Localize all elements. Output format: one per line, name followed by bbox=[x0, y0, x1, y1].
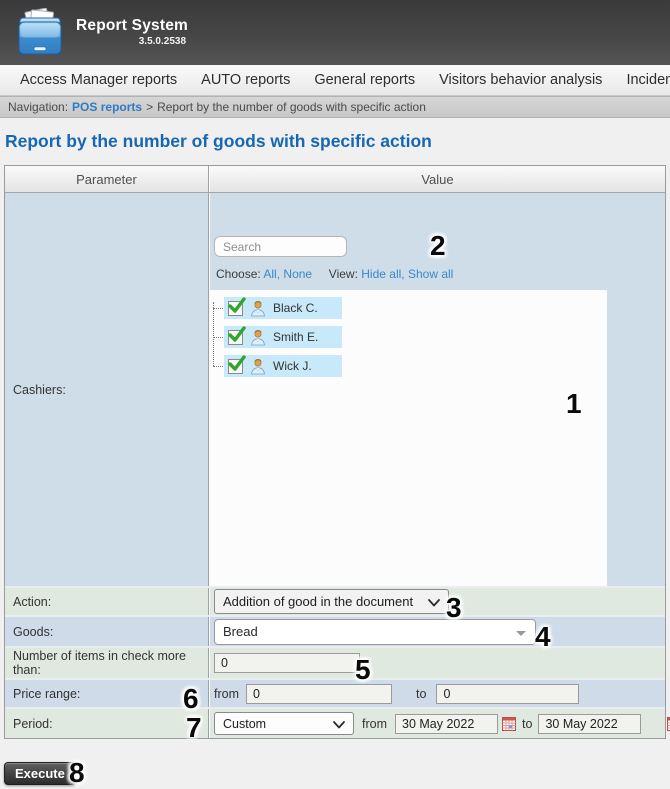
report-system-app: Report System 3.5.0.2538 Access Manager … bbox=[0, 0, 670, 789]
cashier-name: Wick J. bbox=[273, 359, 312, 373]
items-count-label: Number of items in check more than: bbox=[5, 648, 209, 678]
period-preset-value: Custom bbox=[223, 717, 266, 731]
cashiers-search-input[interactable] bbox=[214, 236, 347, 257]
goods-combobox[interactable]: Bread bbox=[214, 619, 536, 645]
goods-label: Goods: bbox=[5, 617, 209, 646]
cashiers-listbox: Black C. bbox=[209, 290, 607, 586]
price-range-label: Price range: bbox=[5, 680, 209, 707]
breadcrumb-separator: > bbox=[146, 100, 153, 114]
triangle-down-icon bbox=[516, 631, 526, 636]
price-to-input[interactable] bbox=[436, 684, 579, 704]
comma: , bbox=[277, 267, 280, 281]
checkbox-checked-icon[interactable] bbox=[228, 359, 243, 374]
menu-auto-reports[interactable]: AUTO reports bbox=[189, 72, 302, 88]
execute-button[interactable]: Execute bbox=[4, 762, 76, 785]
choose-none-link[interactable]: None bbox=[283, 267, 312, 281]
period-to-label: to bbox=[522, 717, 532, 731]
action-selected-value: Addition of good in the document bbox=[223, 594, 413, 609]
column-header-parameter: Parameter bbox=[5, 166, 209, 192]
cashier-name: Smith E. bbox=[273, 330, 318, 344]
row-items-count: Number of items in check more than: bbox=[5, 648, 665, 680]
app-title-block: Report System 3.5.0.2538 bbox=[76, 17, 188, 47]
cashier-item-smith-e[interactable]: Smith E. bbox=[224, 326, 342, 348]
cashier-name: Black C. bbox=[273, 301, 318, 315]
page-title: Report by the number of goods with speci… bbox=[5, 131, 670, 152]
period-to-date-input[interactable] bbox=[538, 714, 641, 734]
row-action: Action: Addition of good in the document bbox=[5, 588, 665, 617]
row-goods: Goods: Bread bbox=[5, 617, 665, 648]
column-header-value: Value bbox=[209, 166, 665, 192]
price-from-input[interactable] bbox=[246, 684, 392, 704]
action-select[interactable]: Addition of good in the document bbox=[214, 589, 449, 614]
person-icon bbox=[250, 300, 266, 317]
view-show-all-link[interactable]: Show all bbox=[408, 267, 453, 281]
checkbox-checked-icon[interactable] bbox=[228, 301, 243, 316]
price-from-label: from bbox=[214, 687, 239, 701]
top-menu: Access Manager reports AUTO reports Gene… bbox=[0, 65, 670, 96]
checkbox-checked-icon[interactable] bbox=[228, 330, 243, 345]
cashiers-value-cell: Choose: All, None View: Hide all, Show a… bbox=[209, 193, 665, 586]
row-price-range: Price range: from to bbox=[5, 680, 665, 709]
choose-label: Choose: bbox=[216, 267, 261, 281]
action-label: Action: bbox=[5, 588, 209, 615]
breadcrumb-current: Report by the number of goods with speci… bbox=[157, 100, 426, 114]
breadcrumb-link-pos-reports[interactable]: POS reports bbox=[72, 100, 142, 114]
chevron-down-icon bbox=[428, 599, 440, 607]
person-icon bbox=[250, 329, 266, 346]
cashiers-links-line: Choose: All, None View: Hide all, Show a… bbox=[216, 267, 453, 281]
calendar-icon[interactable] bbox=[502, 717, 516, 731]
chevron-down-icon bbox=[333, 721, 345, 729]
menu-general-reports[interactable]: General reports bbox=[302, 72, 427, 88]
period-preset-select[interactable]: Custom bbox=[214, 712, 354, 735]
menu-access-manager-reports[interactable]: Access Manager reports bbox=[8, 72, 189, 88]
row-cashiers: Cashiers: Choose: All, None View: Hide a… bbox=[5, 193, 665, 588]
report-parameters-table: Parameter Value Cashiers: Choose: All, N… bbox=[4, 165, 666, 739]
menu-incident[interactable]: Incident bbox=[614, 72, 670, 88]
goods-selected-value: Bread bbox=[223, 624, 258, 639]
choose-all-link[interactable]: All bbox=[263, 267, 276, 281]
cashier-item-black-c[interactable]: Black C. bbox=[224, 297, 342, 319]
app-version: 3.5.0.2538 bbox=[76, 36, 188, 47]
cashiers-label: Cashiers: bbox=[5, 193, 209, 586]
person-icon bbox=[250, 358, 266, 375]
row-period: Period: Custom from bbox=[5, 709, 665, 738]
folder-icon bbox=[16, 8, 64, 58]
app-title: Report System bbox=[76, 17, 188, 35]
table-header-row: Parameter Value bbox=[5, 166, 665, 193]
tree-connector-line bbox=[213, 302, 214, 366]
period-label: Period: bbox=[5, 709, 209, 738]
breadcrumb: Navigation: POS reports > Report by the … bbox=[0, 96, 670, 118]
price-to-label: to bbox=[416, 687, 426, 701]
app-header: Report System 3.5.0.2538 bbox=[0, 0, 670, 65]
period-from-label: from bbox=[362, 717, 387, 731]
cashier-item-wick-j[interactable]: Wick J. bbox=[224, 355, 342, 377]
view-label: View: bbox=[329, 267, 358, 281]
view-hide-all-link[interactable]: Hide all bbox=[361, 267, 401, 281]
items-count-input[interactable] bbox=[214, 653, 360, 673]
comma: , bbox=[401, 267, 404, 281]
breadcrumb-prefix: Navigation: bbox=[8, 100, 68, 114]
period-from-date-input[interactable] bbox=[395, 714, 498, 734]
menu-visitors-behavior-analysis[interactable]: Visitors behavior analysis bbox=[427, 72, 614, 88]
